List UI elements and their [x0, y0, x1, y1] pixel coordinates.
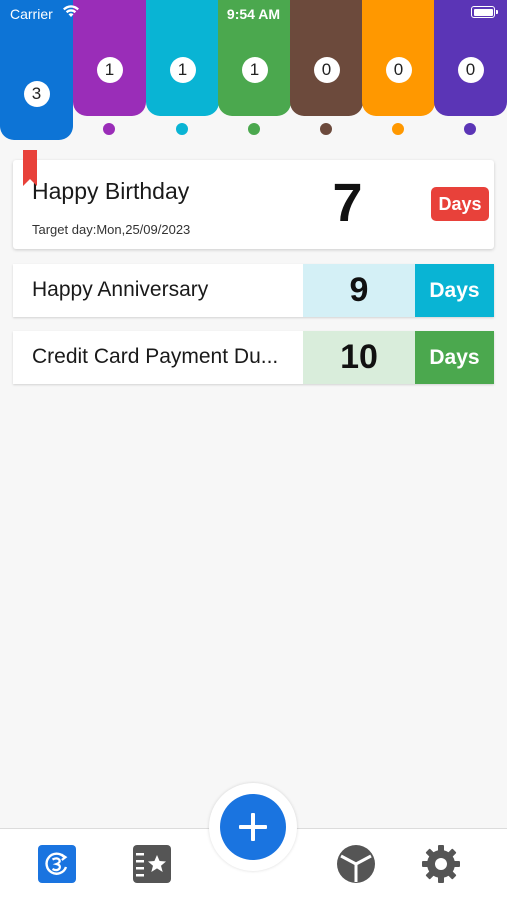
add-icon — [239, 813, 267, 841]
category-count: 3 — [23, 81, 50, 107]
favorites-icon[interactable] — [133, 845, 171, 883]
category-count: 0 — [313, 57, 340, 83]
event-days-count: 7 — [332, 173, 363, 233]
category-dot — [320, 123, 332, 135]
category-count: 0 — [457, 57, 484, 83]
category-dot — [103, 123, 115, 135]
event-row[interactable]: Happy Anniversary 9 Days — [13, 264, 494, 317]
category-count: 1 — [241, 57, 268, 83]
event-card[interactable]: Happy Birthday Target day:Mon,25/09/2023… — [13, 160, 494, 249]
status-bar: Carrier 9:54 AM — [0, 0, 507, 28]
category-count: 1 — [169, 57, 196, 83]
category-dot — [464, 123, 476, 135]
category-dot — [392, 123, 404, 135]
event-days-label: Days — [415, 264, 494, 317]
app-screen: 3 1 1 1 0 0 0 Carrier 9:54 AM Happy Birt… — [0, 0, 507, 900]
event-days-count: 10 — [303, 331, 415, 384]
countdown-icon[interactable] — [38, 845, 76, 883]
category-count: 1 — [96, 57, 123, 83]
add-button[interactable] — [220, 794, 286, 860]
event-title: Happy Anniversary — [32, 278, 209, 301]
category-dot — [248, 123, 260, 135]
event-days-count: 9 — [303, 264, 415, 317]
clock-icon[interactable] — [337, 845, 375, 883]
event-days-label: Days — [415, 331, 494, 384]
event-title: Credit Card Payment Du... — [32, 345, 279, 368]
category-dot — [176, 123, 188, 135]
bookmark-ribbon-icon — [23, 150, 37, 186]
settings-icon[interactable] — [422, 845, 460, 883]
battery-icon — [471, 6, 498, 18]
status-time: 9:54 AM — [226, 6, 281, 22]
category-count: 0 — [385, 57, 412, 83]
event-days-badge: Days — [431, 187, 489, 221]
event-row[interactable]: Credit Card Payment Du... 10 Days — [13, 331, 494, 384]
event-title: Happy Birthday — [32, 178, 190, 204]
event-target-date: Target day:Mon,25/09/2023 — [32, 222, 191, 237]
